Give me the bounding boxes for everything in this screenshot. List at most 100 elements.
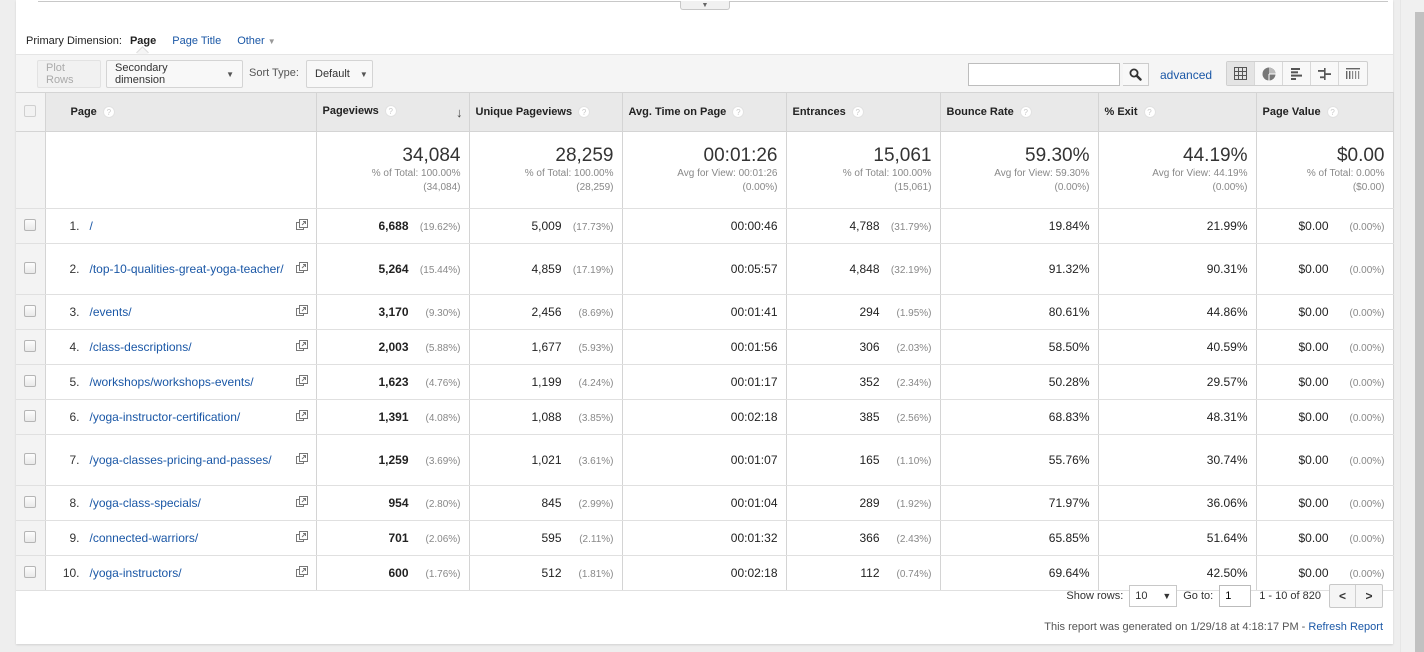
column-label: Page Value bbox=[1262, 105, 1321, 118]
unique-pageviews-percent: (2.11%) bbox=[579, 534, 614, 545]
secondary-dimension-dropdown[interactable]: Secondary dimension ▼ bbox=[106, 60, 243, 88]
page-link[interactable]: /yoga-class-specials/ bbox=[90, 495, 201, 512]
view-data-table-button[interactable] bbox=[1227, 62, 1255, 85]
page-link[interactable]: /yoga-instructors/ bbox=[90, 565, 182, 582]
unique-pageviews-value: 512 bbox=[541, 566, 562, 580]
next-page-button[interactable]: > bbox=[1356, 585, 1382, 607]
page-cell: 6. /yoga-instructor-certification/ bbox=[45, 399, 317, 435]
show-rows-select[interactable]: 10 ▼ bbox=[1129, 585, 1178, 607]
previous-page-button[interactable]: < bbox=[1330, 585, 1356, 607]
external-link-icon[interactable] bbox=[295, 453, 308, 468]
search-button[interactable] bbox=[1123, 63, 1149, 86]
help-icon[interactable]: ? bbox=[851, 106, 864, 119]
bounce-rate-cell: 50.28% bbox=[940, 364, 1099, 400]
external-link-icon[interactable] bbox=[295, 566, 308, 581]
goto-input[interactable] bbox=[1219, 585, 1252, 607]
external-link-icon[interactable] bbox=[295, 305, 308, 320]
view-term-cloud-button[interactable] bbox=[1339, 62, 1367, 85]
row-checkbox[interactable] bbox=[24, 374, 37, 387]
pageviews-value: 5,264 bbox=[378, 262, 409, 276]
help-icon[interactable]: ? bbox=[1019, 106, 1032, 119]
row-checkbox[interactable] bbox=[24, 304, 37, 317]
avg-time-cell: 00:02:18 bbox=[622, 555, 787, 591]
sort-type-dropdown[interactable]: Default ▼ bbox=[306, 60, 373, 88]
row-checkbox[interactable] bbox=[24, 495, 37, 508]
caret-down-icon: ▼ bbox=[267, 37, 276, 46]
primary-dimension-page-title[interactable]: Page Title bbox=[172, 35, 221, 47]
page-link[interactable]: /workshops/workshops-events/ bbox=[90, 374, 254, 391]
page-link[interactable]: /top-10-qualities-great-yoga-teacher/ bbox=[90, 261, 284, 278]
page-link[interactable]: /yoga-instructor-certification/ bbox=[90, 409, 241, 426]
pager: < > bbox=[1329, 584, 1383, 608]
page-link[interactable]: /events/ bbox=[90, 304, 132, 321]
external-link-icon[interactable] bbox=[295, 262, 308, 277]
page-link[interactable]: /connected-warriors/ bbox=[90, 530, 199, 547]
page-scrollbar-thumb[interactable] bbox=[1415, 12, 1424, 652]
column-header-entrances[interactable]: Entrances? bbox=[786, 92, 941, 132]
summary-sub: Avg for View: 44.19% bbox=[1152, 168, 1248, 179]
column-header-bounce-rate[interactable]: Bounce Rate? bbox=[940, 92, 1099, 132]
row-checkbox[interactable] bbox=[24, 565, 37, 578]
sort-type-label: Sort Type: bbox=[249, 67, 299, 79]
external-link-icon[interactable] bbox=[295, 219, 308, 234]
row-checkbox[interactable] bbox=[24, 218, 37, 231]
view-performance-button[interactable] bbox=[1283, 62, 1311, 85]
page-value-cell: $0.00 (0.00%) bbox=[1256, 329, 1394, 365]
comparison-icon bbox=[1318, 67, 1331, 80]
exit-cell: 40.59% bbox=[1098, 329, 1257, 365]
help-icon[interactable]: ? bbox=[732, 106, 745, 119]
row-select-cell bbox=[16, 555, 46, 591]
external-link-icon[interactable] bbox=[295, 531, 308, 546]
primary-dimension-other[interactable]: Other ▼ bbox=[237, 35, 275, 47]
external-link-icon[interactable] bbox=[295, 375, 308, 390]
summary-sub: (0.00%) bbox=[742, 182, 778, 193]
help-icon[interactable]: ? bbox=[578, 106, 591, 119]
row-checkbox[interactable] bbox=[24, 261, 37, 274]
entrances-cell: 4,848 (32.19%) bbox=[786, 243, 941, 295]
page-cell: 8. /yoga-class-specials/ bbox=[45, 485, 317, 521]
table-row: 6. /yoga-instructor-certification/1,391 (4… bbox=[16, 399, 1394, 435]
column-header-unique-pageviews[interactable]: Unique Pageviews? bbox=[469, 92, 623, 132]
page-cell: 7. /yoga-classes-pricing-and-passes/ bbox=[45, 434, 317, 486]
page-link[interactable]: /class-descriptions/ bbox=[90, 339, 192, 356]
entrances-cell: 385 (2.56%) bbox=[786, 399, 941, 435]
view-percentage-button[interactable] bbox=[1255, 62, 1283, 85]
pageviews-cell: 954 (2.80%) bbox=[316, 485, 470, 521]
help-icon[interactable]: ? bbox=[102, 106, 115, 119]
select-all-checkbox[interactable] bbox=[24, 104, 37, 117]
column-header-exit[interactable]: % Exit? bbox=[1098, 92, 1257, 132]
summary-sub: % of Total: 100.00% bbox=[842, 168, 932, 179]
help-icon[interactable]: ? bbox=[1326, 106, 1339, 119]
pivot-icon bbox=[1346, 68, 1360, 79]
collapse-chart-toggle[interactable]: ▼ bbox=[680, 1, 730, 10]
pie-chart-icon bbox=[1262, 67, 1275, 80]
advanced-filter-link[interactable]: advanced bbox=[1160, 68, 1212, 82]
external-link-icon[interactable] bbox=[295, 496, 308, 511]
chevron-down-icon: ▼ bbox=[701, 1, 709, 9]
external-link-icon[interactable] bbox=[295, 410, 308, 425]
avg-time-cell: 00:01:17 bbox=[622, 364, 787, 400]
bar-chart-icon bbox=[1290, 67, 1302, 80]
table-search-input[interactable] bbox=[968, 63, 1120, 86]
column-header-avg-time-on-page[interactable]: Avg. Time on Page? bbox=[622, 92, 787, 132]
help-icon[interactable]: ? bbox=[1143, 106, 1156, 119]
entrances-cell: 165 (1.10%) bbox=[786, 434, 941, 486]
page-link[interactable]: /yoga-classes-pricing-and-passes/ bbox=[90, 452, 272, 469]
column-header-page-value[interactable]: Page Value? bbox=[1256, 92, 1394, 132]
bounce-rate-cell: 55.76% bbox=[940, 434, 1099, 486]
pageviews-value: 3,170 bbox=[378, 305, 409, 319]
column-header-pageviews[interactable]: Pageviews? ↓ bbox=[316, 92, 470, 132]
plot-rows-button[interactable]: Plot Rows bbox=[37, 60, 101, 88]
page-link[interactable]: / bbox=[90, 218, 93, 235]
external-link-icon[interactable] bbox=[295, 340, 308, 355]
help-icon[interactable]: ? bbox=[384, 104, 397, 117]
summary-value: 44.19% bbox=[1183, 145, 1248, 166]
row-checkbox[interactable] bbox=[24, 530, 37, 543]
refresh-report-link[interactable]: Refresh Report bbox=[1308, 621, 1383, 633]
row-checkbox[interactable] bbox=[24, 409, 37, 422]
row-checkbox[interactable] bbox=[24, 339, 37, 352]
entrances-cell: 289 (1.92%) bbox=[786, 485, 941, 521]
view-comparison-button[interactable] bbox=[1311, 62, 1339, 85]
column-header-page[interactable]: Page? bbox=[45, 92, 317, 132]
row-checkbox[interactable] bbox=[24, 452, 37, 465]
